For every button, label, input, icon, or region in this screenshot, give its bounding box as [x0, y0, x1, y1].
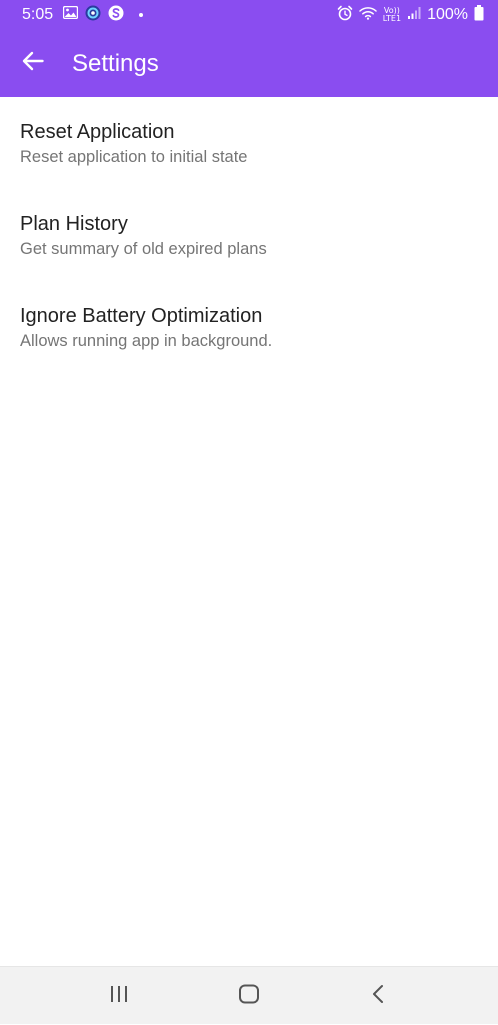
back-icon	[371, 984, 385, 1009]
home-icon	[238, 984, 260, 1009]
setting-subtitle: Reset application to initial state	[20, 148, 248, 166]
network-label-bottom: LTE1	[382, 14, 402, 23]
system-back-button[interactable]	[348, 967, 408, 1025]
setting-title: Plan History	[20, 213, 128, 235]
skype-icon	[108, 5, 124, 26]
setting-subtitle: Get summary of old expired plans	[20, 240, 267, 258]
status-bar: 5:05 Vo)) LTE1 100%	[0, 0, 498, 30]
status-right: Vo)) LTE1 100%	[331, 4, 484, 26]
settings-list: Reset Application Reset application to i…	[0, 97, 498, 373]
setting-title: Ignore Battery Optimization	[20, 305, 263, 327]
battery-icon	[474, 4, 484, 26]
setting-item-plan-history[interactable]: Plan History Get summary of old expired …	[0, 189, 498, 281]
setting-item-ignore-battery-optimization[interactable]: Ignore Battery Optimization Allows runni…	[0, 281, 498, 373]
wifi-icon	[358, 6, 377, 25]
status-time: 5:05	[22, 6, 54, 23]
setting-item-reset-application[interactable]: Reset Application Reset application to i…	[0, 97, 498, 189]
back-button[interactable]	[0, 30, 68, 97]
recent-apps-button[interactable]	[89, 967, 149, 1025]
app-bar: Settings	[0, 30, 498, 97]
notification-dot-icon	[139, 13, 144, 17]
battery-level: 100%	[427, 6, 468, 23]
arrow-left-icon	[22, 51, 44, 76]
page-title: Settings	[72, 49, 159, 77]
setting-subtitle: Allows running app in background.	[20, 332, 273, 350]
alarm-icon	[337, 5, 353, 26]
recent-apps-icon	[109, 985, 129, 1008]
browser-icon	[85, 5, 101, 26]
image-icon	[62, 5, 79, 24]
home-button[interactable]	[219, 967, 279, 1025]
signal-icon	[407, 6, 421, 25]
network-type: Vo)) LTE1	[383, 7, 401, 23]
status-left: 5:05	[22, 5, 150, 26]
system-nav-bar	[0, 966, 498, 1024]
setting-title: Reset Application	[20, 121, 175, 143]
